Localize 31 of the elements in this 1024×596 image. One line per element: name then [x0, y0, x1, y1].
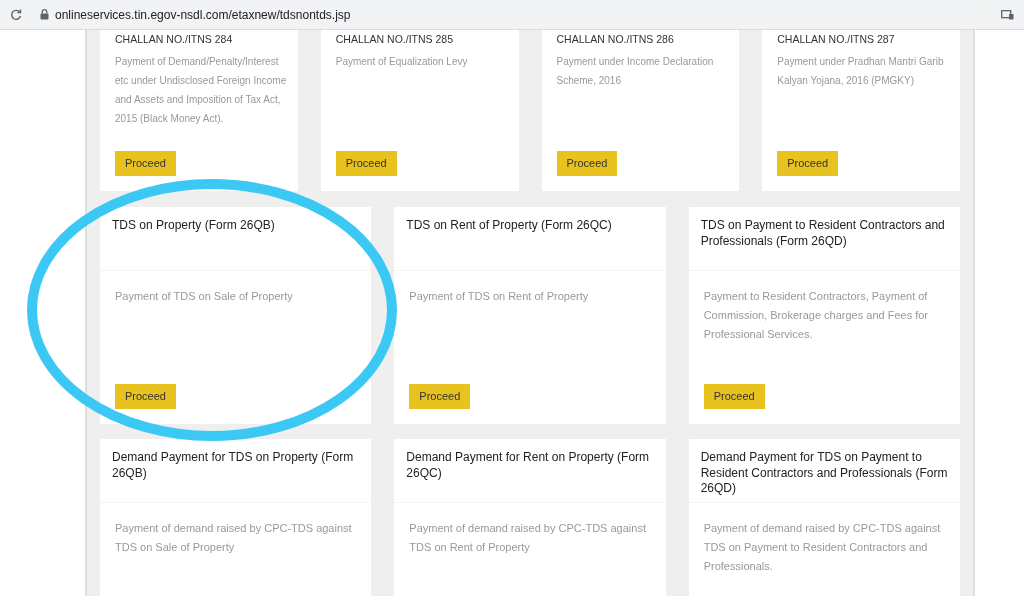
card-title: CHALLAN NO./ITNS 286 — [556, 32, 675, 46]
card-title: CHALLAN NO./ITNS 284 — [115, 32, 234, 46]
card-title: Demand Payment for TDS on Property (Form 26QB) — [112, 450, 355, 481]
reload-icon[interactable] — [10, 8, 22, 21]
proceed-button[interactable]: Proceed — [556, 151, 618, 176]
card-description: Payment of TDS on Sale of Property — [115, 289, 294, 304]
card-title: Demand Payment for Rent on Property (Form 26QC) — [406, 450, 651, 481]
lock-icon — [40, 9, 49, 20]
card-description: Payment of Demand/Penalty/Interest etc under Undisclosed Foreign Income and Assets and Imposition of Tax Act, 2015 (Black Money Act). — [115, 55, 288, 126]
proceed-button[interactable]: Proceed — [115, 151, 176, 176]
card-title: CHALLAN NO./ITNS 285 — [335, 32, 455, 46]
proceed-button[interactable]: Proceed — [777, 151, 839, 176]
proceed-button[interactable]: Proceed — [335, 151, 397, 176]
card-description: Payment under Pradhan Mantri Garib Kalyan Yojana, 2016 (PMGKY) — [777, 55, 945, 88]
card-description: Payment under Income Declaration Scheme, 2016 — [556, 55, 715, 88]
card-title: TDS on Payment to Resident Contractors and Professionals (Form 26QD) — [700, 218, 946, 249]
card-title: TDS on Rent of Property (Form 26QC) — [406, 218, 613, 234]
url-field[interactable]: onlineservices.tin.egov-nsdl.com/etaxnew/tdsnontds.jsp — [55, 5, 351, 24]
card-title: Demand Payment for TDS on Payment to Resident Contractors and Professionals (Form 26QD) — [700, 450, 948, 497]
card-description: Payment of demand raised by CPC-TDS against TDS on Sale of Property — [115, 521, 353, 555]
proceed-button[interactable]: Proceed — [703, 384, 765, 409]
proceed-button[interactable]: Proceed — [409, 384, 471, 409]
card-title: TDS on Property (Form 26QB) — [112, 218, 276, 234]
card-description: Payment of Equalization Levy — [335, 55, 469, 69]
card-description: Payment of demand raised by CPC-TDS against TDS on Payment to Resident Contractors and Professionals. — [703, 521, 942, 574]
proceed-button[interactable]: Proceed — [115, 384, 176, 409]
tab-icon[interactable] — [1001, 9, 1014, 20]
card-description: Payment to Resident Contractors, Payment of Commission, Brokerage charges and Fees for Professional Services. — [703, 289, 930, 342]
card-description: Payment of TDS on Rent of Property — [409, 289, 590, 304]
card-description: Payment of demand raised by CPC-TDS against TDS on Rent of Property — [409, 521, 647, 555]
card-title: CHALLAN NO./ITNS 287 — [777, 32, 896, 46]
